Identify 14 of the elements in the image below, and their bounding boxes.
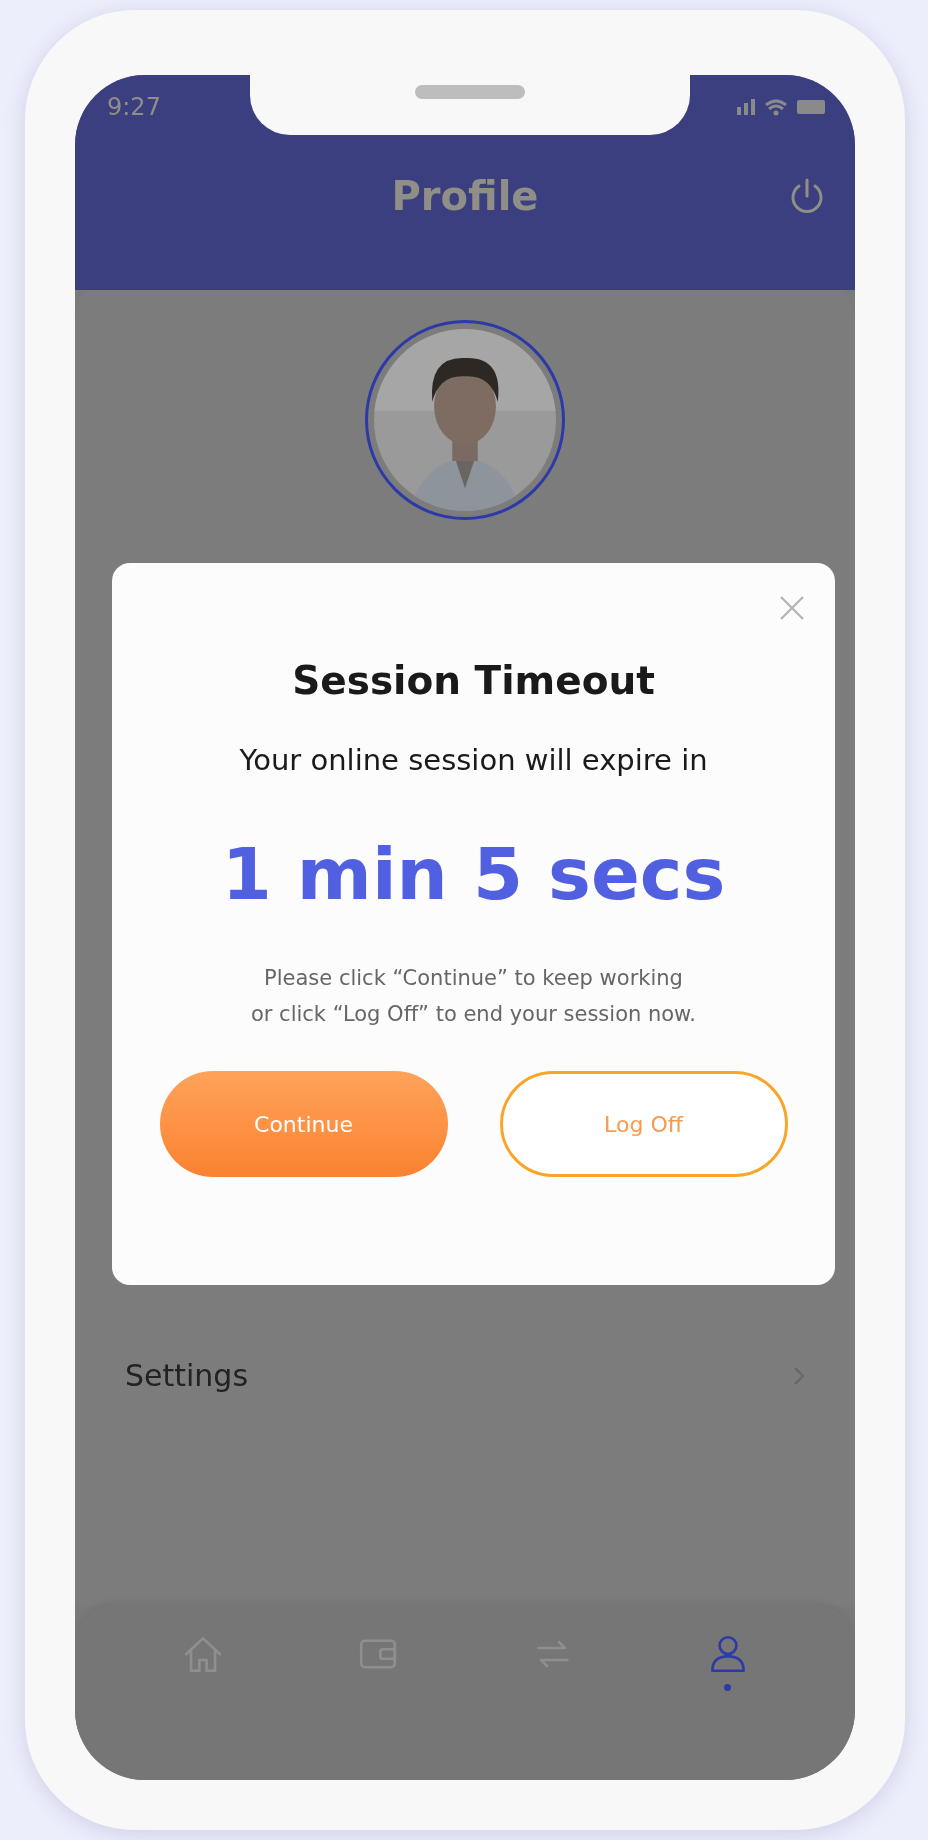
log-off-button[interactable]: Log Off: [499, 1071, 788, 1177]
signal-icon: [737, 99, 755, 115]
status-time: 9:27: [107, 93, 161, 121]
active-dot: [724, 1684, 731, 1691]
instruction-text: Please click “Continue” to keep working: [264, 966, 683, 990]
instruction-text: or click “Log Off” to end your session now.: [250, 1002, 697, 1026]
continue-button[interactable]: Continue: [159, 1071, 448, 1177]
screen-title: Profile: [391, 173, 539, 219]
settings-row[interactable]: Settings: [75, 1350, 855, 1401]
battery-icon: [797, 100, 825, 114]
dialog-title: Session Timeout: [292, 658, 655, 703]
wifi-icon: [765, 98, 787, 116]
countdown: 1 min 5 secs: [221, 832, 726, 916]
dialog-message: Your online session will expire in: [239, 743, 708, 777]
